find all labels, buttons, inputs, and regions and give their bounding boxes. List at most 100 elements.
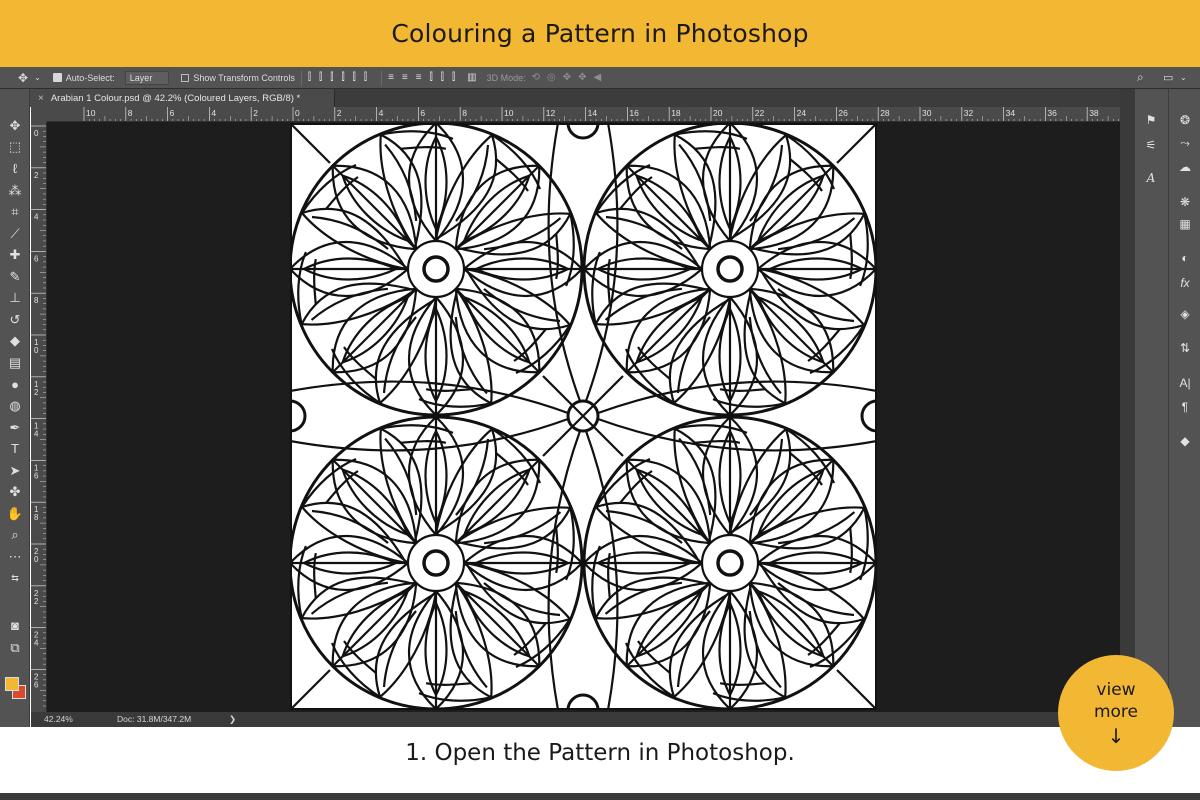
character-panel-icon[interactable]: A| xyxy=(1176,374,1194,392)
ruler-label: 2 xyxy=(34,597,39,606)
auto-select-dropdown[interactable]: Layer xyxy=(124,70,170,85)
ruler-label: 4 xyxy=(34,430,39,439)
horizontal-ruler: 10 8 6 4 2 0 2 4 6 8 10 12 14 16 18 20 22 24 26 28 30 32 34 36 3… xyxy=(47,107,1120,122)
transform-checkbox[interactable] xyxy=(181,73,190,82)
ruler-label: 12 xyxy=(546,108,556,118)
ruler-label: 0 xyxy=(34,555,39,564)
lasso-tool-icon[interactable]: ℓ xyxy=(6,160,24,178)
glyphs-panel-icon[interactable]: A xyxy=(1142,169,1160,187)
move-tool-icon[interactable]: ✥ xyxy=(6,117,24,135)
workspace-icon[interactable]: ▭ xyxy=(1163,71,1173,84)
gradient-tool-icon[interactable]: ▤ xyxy=(6,354,24,372)
ruler-label: 8 xyxy=(34,296,39,305)
libraries-panel-icon[interactable]: ❂ xyxy=(1176,111,1194,129)
swatches-panel-icon[interactable]: ❋ xyxy=(1176,193,1194,211)
screen-mode-icon[interactable]: ⧉ xyxy=(6,639,24,657)
ruler-label: 16 xyxy=(629,108,639,118)
brush-tool-icon[interactable]: ✎ xyxy=(6,268,24,286)
panel-collapse-strip[interactable] xyxy=(1120,89,1134,727)
transform-label: Show Transform Controls xyxy=(193,72,295,83)
properties-panel-icon[interactable]: ⚟ xyxy=(1142,136,1160,154)
panel-divider xyxy=(1168,89,1169,727)
eyedropper-icon[interactable]: ⟋ xyxy=(6,225,24,243)
paragraph-panel-icon[interactable]: ¶ xyxy=(1176,398,1194,416)
align-icons[interactable]: ⫿⫿⫿⫿⫿⫿ xyxy=(308,72,375,83)
vertical-ruler: 02468101214161820222426 xyxy=(31,122,47,712)
divider xyxy=(300,70,302,85)
ruler-label: 4 xyxy=(34,639,39,648)
document-tab[interactable]: × Arabian 1 Colour.psd @ 42.2% (Coloured… xyxy=(30,89,335,107)
ruler-label: 26 xyxy=(838,108,848,118)
creative-cloud-icon[interactable]: ☁ xyxy=(1176,158,1194,176)
search-icon[interactable]: ⌕ xyxy=(1137,70,1144,85)
channels-panel-icon[interactable]: ◈ xyxy=(1176,305,1194,323)
zoom-level[interactable]: 42.24% xyxy=(44,714,73,724)
ruler-label: 6 xyxy=(34,680,39,689)
grid-panel-icon[interactable]: ▦ xyxy=(1176,215,1194,233)
adjustments-panel-icon[interactable]: ◐ xyxy=(1176,249,1194,267)
eraser-tool-icon[interactable]: ◆ xyxy=(6,332,24,350)
swap-colors-icon[interactable]: ⇆ xyxy=(6,569,24,587)
ruler-label: 34 xyxy=(1006,108,1016,118)
healing-brush-icon[interactable]: ✚ xyxy=(6,246,24,264)
tools-panel: ✥ ⬚ ℓ ⁂ ⌗ ⟋ ✚ ✎ ⊥ ↺ ◆ ▤ ● ◍ ✒ T ➤ ✤ ✋ ⌕ … xyxy=(0,89,30,727)
path-selection-icon[interactable]: ➤ xyxy=(6,462,24,480)
zoom-tool-icon[interactable]: ⌕ xyxy=(6,526,24,544)
stage: Colouring a Pattern in Photoshop ✥ ⌄ Aut… xyxy=(0,0,1200,800)
more-tools-icon[interactable]: ⋯ xyxy=(6,548,24,566)
ruler-label: 38 xyxy=(1089,108,1099,118)
dodge-tool-icon[interactable]: ◍ xyxy=(6,397,24,415)
ruler-label: 2 xyxy=(34,388,39,397)
distribute-icons[interactable]: ≡≡≡⫿⫿⫿ xyxy=(388,72,463,83)
ruler-label: 2 xyxy=(253,108,258,118)
pattern-artwork xyxy=(290,123,877,710)
ruler-label: 4 xyxy=(379,108,384,118)
workspace-chevron-icon[interactable]: ⌄ xyxy=(1180,73,1187,82)
history-panel-icon[interactable]: ⚑ xyxy=(1142,111,1160,129)
paths-panel-icon[interactable]: ⤳ xyxy=(1176,134,1194,152)
options-bar: ✥ ⌄ Auto-Select: Layer Show Transform Co… xyxy=(0,67,1200,89)
view-more-line1: view xyxy=(1096,680,1136,700)
3d-mode-label: 3D Mode: xyxy=(486,72,526,83)
quick-mask-icon[interactable]: ◙ xyxy=(6,617,24,635)
clone-stamp-icon[interactable]: ⊥ xyxy=(6,289,24,307)
document-canvas[interactable] xyxy=(290,123,877,710)
auto-select-label: Auto-Select: xyxy=(65,72,115,83)
layers-panel-icon[interactable]: ◆ xyxy=(1176,432,1194,450)
status-bar: 42.24% Doc: 31.8M/347.2M ❯ xyxy=(31,712,1120,727)
ruler-label: 0 xyxy=(295,108,300,118)
blur-tool-icon[interactable]: ● xyxy=(6,376,24,394)
custom-shape-icon[interactable]: ✤ xyxy=(6,483,24,501)
close-tab-icon[interactable]: × xyxy=(38,93,44,104)
auto-align-icon[interactable]: ▥ xyxy=(467,72,476,83)
ruler-corner xyxy=(31,107,47,122)
view-more-button[interactable]: view more ↓ xyxy=(1058,655,1174,771)
ruler-label: 8 xyxy=(128,108,133,118)
status-arrow-icon[interactable]: ❯ xyxy=(229,714,236,725)
ruler-label: 14 xyxy=(588,108,598,118)
styles-panel-icon[interactable]: fx xyxy=(1176,274,1194,292)
auto-select-checkbox[interactable] xyxy=(52,73,62,82)
ruler-label: 28 xyxy=(880,108,890,118)
vertical-ruler-ticks: 02468101214161820222426 xyxy=(31,125,46,707)
title-banner: Colouring a Pattern in Photoshop xyxy=(0,0,1200,67)
hand-tool-icon[interactable]: ✋ xyxy=(6,505,24,523)
type-tool-icon[interactable]: T xyxy=(6,440,24,458)
3d-mode-icons[interactable]: ⟲◎✥✥◀ xyxy=(532,72,609,83)
mac-window-bar xyxy=(0,793,1200,800)
move-tool-icon[interactable]: ✥ xyxy=(18,71,28,85)
actions-panel-icon[interactable]: ⇅ xyxy=(1176,339,1194,357)
marquee-tool-icon[interactable]: ⬚ xyxy=(6,138,24,156)
caption-text: 1. Open the Pattern in Photoshop. xyxy=(405,739,795,766)
history-brush-icon[interactable]: ↺ xyxy=(6,311,24,329)
horizontal-ruler-ticks: 10 8 6 4 2 0 2 4 6 8 10 12 14 16 18 20 22 24 26 28 30 32 34 36 3… xyxy=(83,107,1119,121)
magic-wand-icon[interactable]: ⁂ xyxy=(6,182,24,200)
pen-tool-icon[interactable]: ✒ xyxy=(6,419,24,437)
ruler-label: 6 xyxy=(170,108,175,118)
chevron-down-icon[interactable]: ⌄ xyxy=(34,73,41,82)
foreground-color-swatch[interactable] xyxy=(5,677,19,691)
ruler-label: 4 xyxy=(34,213,39,222)
ruler-label: 18 xyxy=(671,108,681,118)
ruler-label: 24 xyxy=(797,108,807,118)
crop-tool-icon[interactable]: ⌗ xyxy=(6,203,24,221)
